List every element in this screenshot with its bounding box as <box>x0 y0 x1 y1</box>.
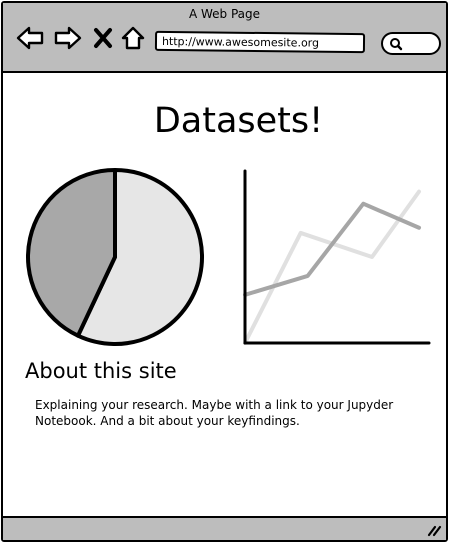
url-text: http://www.awesomesite.org <box>161 34 320 50</box>
browser-toolbar: A Web Page http://www.awesomesite.org <box>3 3 446 73</box>
address-bar[interactable]: http://www.awesomesite.org <box>154 30 366 54</box>
about-heading: About this site <box>25 359 177 383</box>
about-text: Explaining your research. Maybe with a l… <box>35 398 394 428</box>
line-chart <box>243 169 431 345</box>
forward-arrow-icon[interactable] <box>53 25 83 51</box>
pie-chart <box>26 168 204 346</box>
search-icon <box>390 38 403 51</box>
close-x-icon[interactable] <box>93 27 113 49</box>
browser-window: A Web Page http://www.awesomesite.org Da <box>1 1 448 542</box>
back-arrow-icon[interactable] <box>15 25 45 51</box>
home-icon[interactable] <box>120 25 146 51</box>
page-content: Datasets! About this site Explaining you… <box>3 73 446 519</box>
page-title: Datasets! <box>153 101 324 141</box>
resize-grip-icon[interactable] <box>426 523 442 537</box>
search-input[interactable] <box>381 32 441 55</box>
window-title: A Web Page <box>188 7 261 21</box>
line-series-1 <box>243 201 421 297</box>
status-bar <box>3 516 446 540</box>
